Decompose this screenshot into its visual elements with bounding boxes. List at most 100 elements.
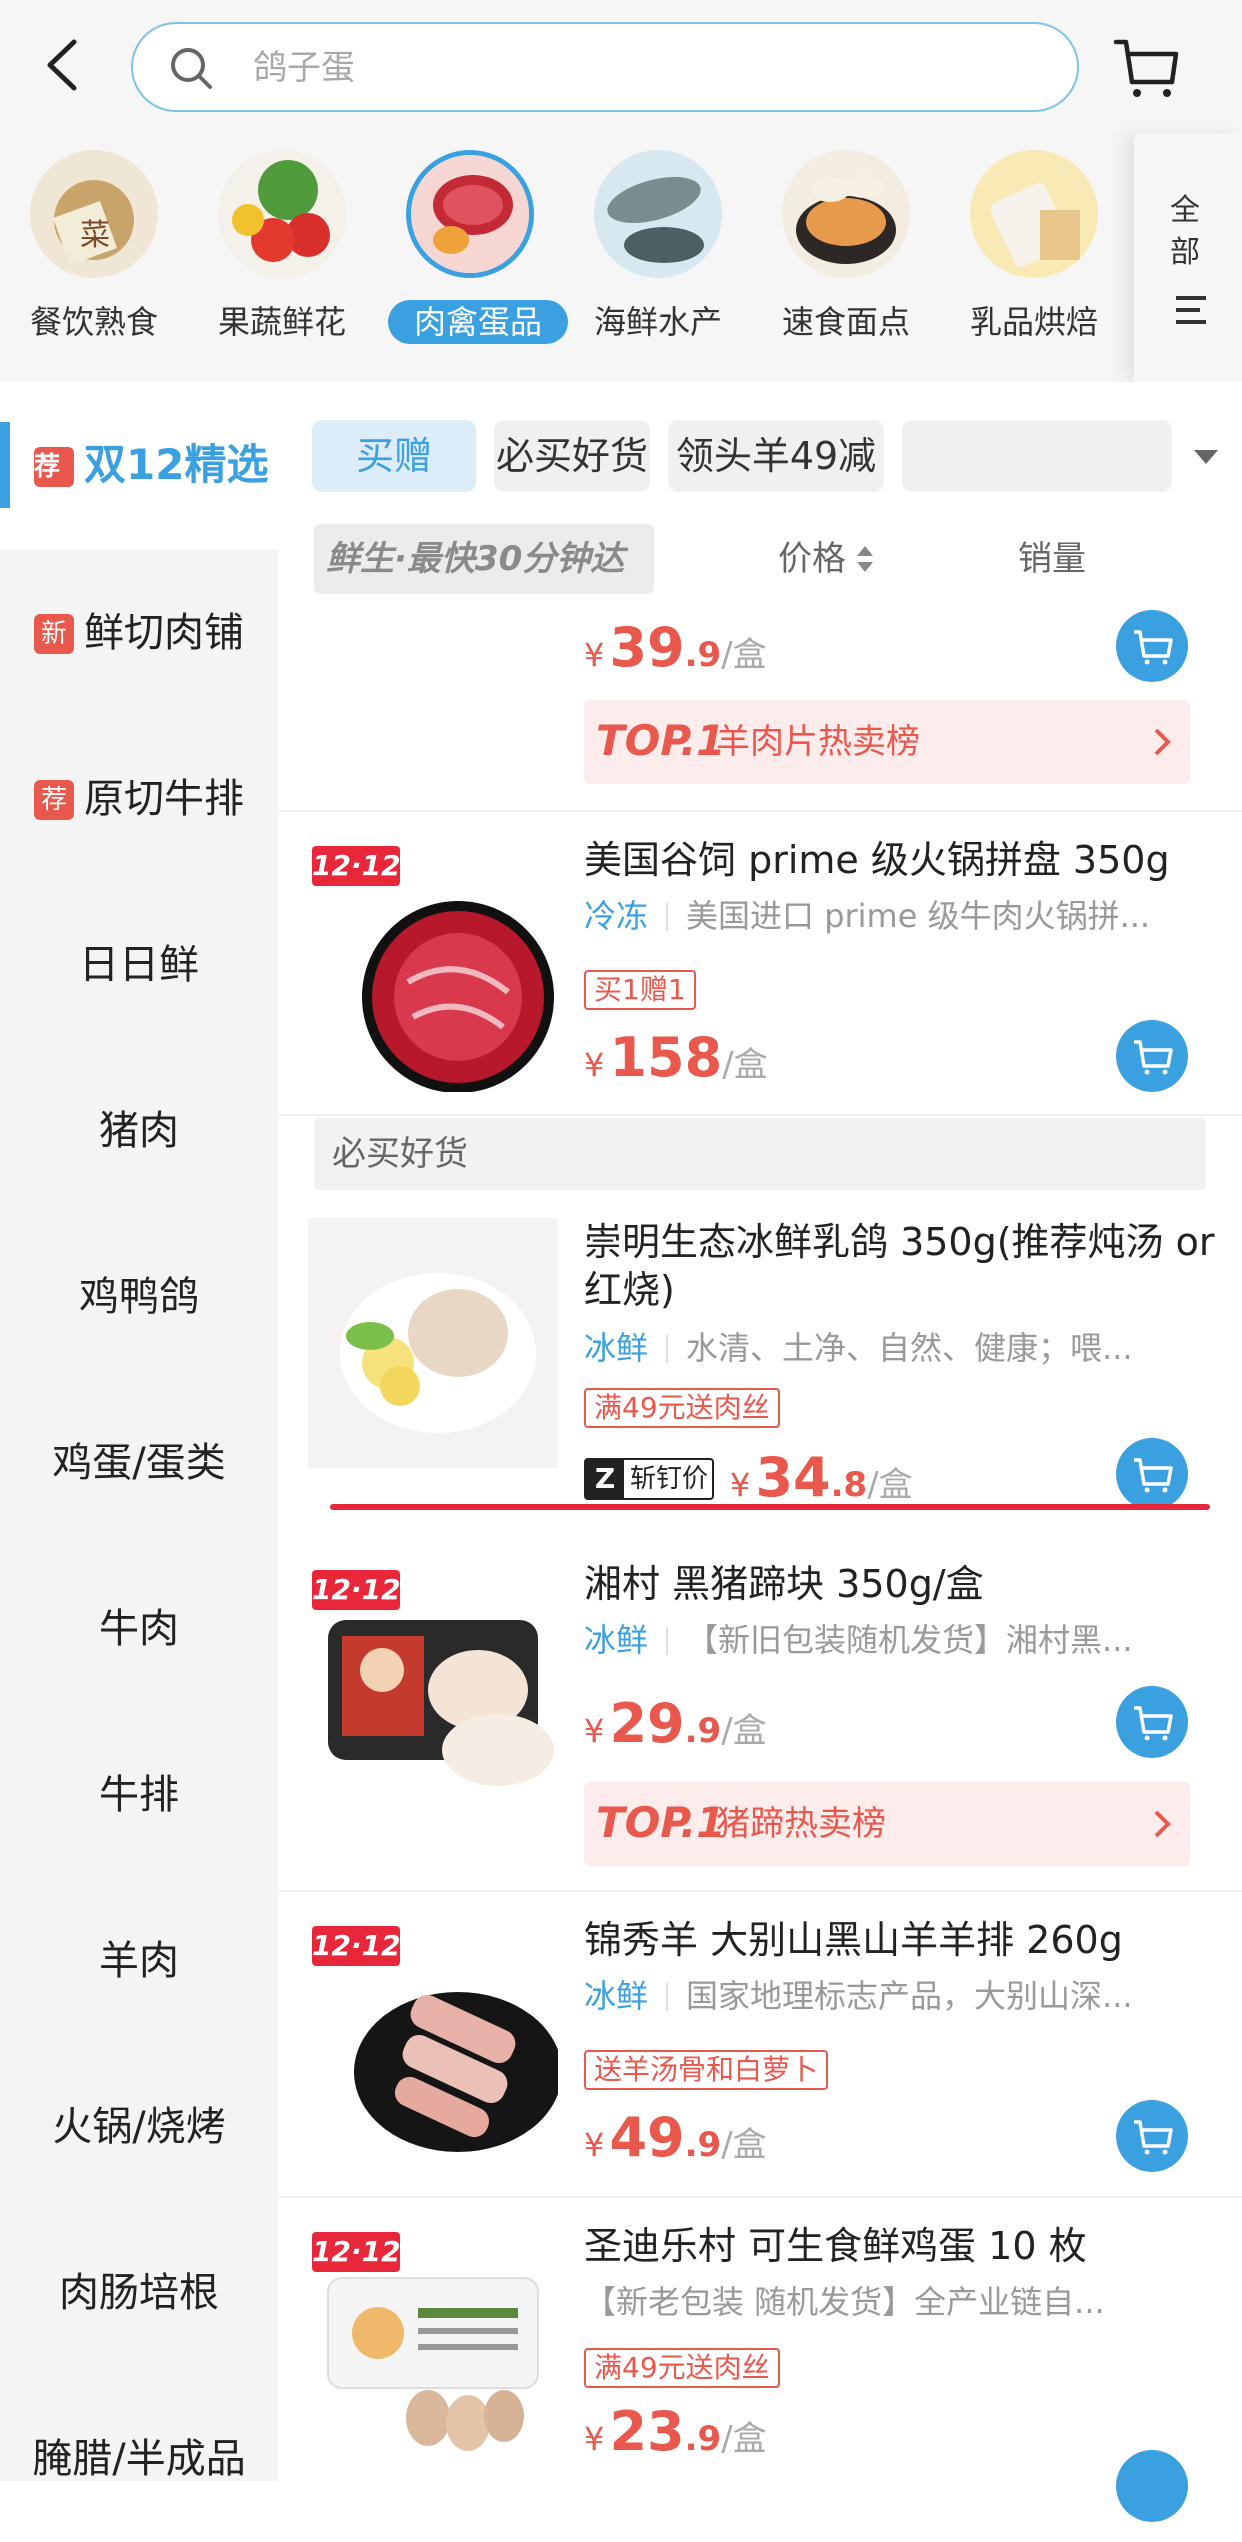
back-arrow-icon xyxy=(47,39,77,91)
sidebar-item[interactable]: 牛肉 xyxy=(0,1546,278,1712)
product-card[interactable]: 12·12 圣迪乐村 可生食鲜鸡蛋 10 枚 【新老包装 随机发货】全产业链自.… xyxy=(278,2198,1242,2522)
add-to-cart-button[interactable] xyxy=(1116,2450,1188,2522)
sidebar-item[interactable]: 日日鲜 xyxy=(0,882,278,1048)
product-image[interactable] xyxy=(308,842,558,1093)
sidebar: 荐双12精选 新鲜切肉铺 荐原切牛排 日日鲜 猪肉 鸡鸭鸽 鸡蛋/蛋类 牛肉 牛… xyxy=(0,382,278,2482)
product-card[interactable]: 12·12 湘村 黑猪蹄块 350g/盒 冰鲜 【新旧包装随机发货】湘村黑... … xyxy=(278,1530,1242,1892)
z-price-chip: Z 斩钉价 xyxy=(584,1458,714,1500)
product-image[interactable] xyxy=(308,1218,558,1468)
fast-delivery-label: 鲜生·最快30分钟达 xyxy=(314,524,654,594)
rank-text: 羊肉片热卖榜 xyxy=(716,722,920,762)
sidebar-tag: 荐 xyxy=(34,780,74,820)
category-noodles[interactable]: 速食面点 xyxy=(752,150,940,360)
sidebar-item[interactable]: 肉肠培根 xyxy=(0,2210,278,2376)
sidebar-item[interactable]: 鸡鸭鸽 xyxy=(0,1214,278,1380)
sidebar-item-label: 鸡蛋/蛋类 xyxy=(52,1440,226,1486)
sidebar-item-label: 日日鲜 xyxy=(79,942,199,988)
product-title: 锦秀羊 大别山黑山羊羊排 260g xyxy=(584,1918,1123,1962)
add-to-cart-button[interactable] xyxy=(1116,1686,1188,1758)
category-strip: 菜 餐饮熟食 果蔬鲜花 肉禽蛋品 海鲜水产 速食面点 乳品烘焙 全部 xyxy=(0,134,1242,382)
product-card[interactable]: 12·12 崇明生态冰鲜乳鸽 350g(推荐炖汤 or 红烧) 冰鲜水清、土净、… xyxy=(278,1200,1242,1516)
category-fruit-veg[interactable]: 果蔬鲜花 xyxy=(188,150,376,360)
chip-lamb-coupon[interactable]: 领头羊49减10 xyxy=(668,420,884,550)
product-card[interactable]: 12·12 美国谷饲 prime 级火锅拼盘 350g 冷冻 美国进口 prime… xyxy=(278,812,1242,1116)
cart-icon xyxy=(1134,1458,1173,1493)
product-price: ¥ 49.9/盒 xyxy=(584,2106,767,2169)
chip-gift[interactable]: 买赠 xyxy=(312,420,476,492)
sort-price-label: 价格 xyxy=(778,539,846,579)
add-to-cart-button[interactable] xyxy=(1116,1438,1188,1510)
seafood-icon xyxy=(594,150,722,278)
add-to-cart-button[interactable] xyxy=(1116,1020,1188,1092)
category-label: 海鲜水产 xyxy=(593,303,722,341)
sidebar-item[interactable]: 猪肉 xyxy=(0,1048,278,1214)
z-price-label: 斩钉价 xyxy=(630,1464,709,1494)
top-bar: 鸽子蛋 xyxy=(0,0,1242,134)
search-icon xyxy=(171,48,212,89)
chips-expand-button[interactable] xyxy=(1174,428,1238,488)
category-seafood[interactable]: 海鲜水产 xyxy=(564,150,752,360)
sidebar-item-label: 牛排 xyxy=(99,1772,179,1818)
product-price: ¥ 39.9/盒 xyxy=(584,616,767,679)
sidebar-item[interactable]: 羊肉 xyxy=(0,1878,278,2044)
sort-arrows-icon xyxy=(857,546,873,572)
category-label: 果蔬鲜花 xyxy=(217,303,346,341)
all-categories-button[interactable]: 全部 xyxy=(1134,134,1242,382)
add-to-cart-button[interactable] xyxy=(1116,2100,1188,2172)
chip-must-buy[interactable]: 必买好货 xyxy=(494,420,650,492)
add-to-cart-button[interactable] xyxy=(1116,610,1188,682)
z-logo: Z xyxy=(586,1460,624,1498)
rank-banner[interactable]: TOP.1 猪蹄热卖榜 xyxy=(584,1782,1190,1866)
sidebar-item[interactable]: 鸡蛋/蛋类 xyxy=(0,1380,278,1546)
product-image[interactable] xyxy=(308,1580,558,1830)
triangle-down-icon xyxy=(1194,450,1218,464)
sidebar-item-label: 羊肉 xyxy=(99,1938,179,1984)
product-card[interactable]: 12·12 锦秀羊 大别山黑山羊羊排 260g 冰鲜 国家地理标志产品，大别山深.… xyxy=(278,1892,1242,2198)
product-price: ¥ 29.9/盒 xyxy=(584,1692,767,1755)
dairy-icon xyxy=(970,150,1098,278)
product-card[interactable]: ¥ 39.9/盒 TOP.1 羊肉片热卖榜 xyxy=(278,598,1242,812)
category-prepared-food[interactable]: 菜 餐饮熟食 xyxy=(0,150,188,360)
sidebar-item-label: 鸡鸭鸽 xyxy=(79,1274,199,1320)
product-image[interactable] xyxy=(308,2228,558,2478)
category-dairy[interactable]: 乳品烘焙 xyxy=(940,150,1128,360)
cart-icon xyxy=(1134,630,1173,665)
cart-icon xyxy=(1134,1040,1173,1075)
sort-sales[interactable]: 销量 xyxy=(1018,524,1086,594)
product-subtitle: 冰鲜 【新旧包装随机发货】湘村黑... xyxy=(584,1621,1133,1659)
product-image[interactable] xyxy=(308,1922,562,2172)
sidebar-item-label: 猪肉 xyxy=(99,1108,179,1154)
category-label: 乳品烘焙 xyxy=(969,303,1098,341)
product-price: ¥ 34.8/盒 xyxy=(730,1446,913,1509)
section-header: 必买好货 xyxy=(314,1118,1206,1190)
sidebar-item-label: 牛肉 xyxy=(99,1606,179,1652)
noodles-icon xyxy=(782,150,910,278)
prepared-food-icon: 菜 xyxy=(30,150,158,278)
sidebar-item-active[interactable]: 荐双12精选 xyxy=(0,382,278,550)
filter-chips: 买赠 必买好货 领头羊49减10 xyxy=(278,382,1242,550)
sidebar-item-label: 火锅/烧烤 xyxy=(52,2104,226,2150)
search-input[interactable]: 鸽子蛋 xyxy=(131,22,1079,112)
sidebar-item-label: 双12精选 xyxy=(84,440,269,489)
search-placeholder: 鸽子蛋 xyxy=(253,48,355,88)
sort-price[interactable]: 价格 xyxy=(778,524,876,594)
cart-icon xyxy=(1134,2120,1173,2155)
category-label: 肉禽蛋品 xyxy=(388,300,568,344)
cart-button[interactable] xyxy=(1112,32,1182,102)
category-meat[interactable]: 肉禽蛋品 xyxy=(376,150,568,360)
chip-more[interactable] xyxy=(902,420,1172,492)
category-label: 餐饮熟食 xyxy=(29,303,158,341)
sidebar-item[interactable]: 新鲜切肉铺 xyxy=(0,550,278,716)
sidebar-item[interactable]: 腌腊/半成品 xyxy=(0,2376,278,2542)
all-label: 全部 xyxy=(1170,193,1200,270)
sidebar-tag: 新 xyxy=(34,614,74,654)
back-button[interactable] xyxy=(36,30,96,100)
sidebar-item[interactable]: 火锅/烧烤 xyxy=(0,2044,278,2210)
sidebar-item[interactable]: 荐原切牛排 xyxy=(0,716,278,882)
promo-tag: 送羊汤骨和白萝卜 xyxy=(584,2050,829,2090)
category-label: 速食面点 xyxy=(781,303,910,341)
sidebar-item-label: 肉肠培根 xyxy=(59,2270,219,2316)
sidebar-item[interactable]: 牛排 xyxy=(0,1712,278,1878)
sidebar-item-label: 腌腊/半成品 xyxy=(32,2436,246,2482)
rank-banner[interactable]: TOP.1 羊肉片热卖榜 xyxy=(584,700,1190,784)
